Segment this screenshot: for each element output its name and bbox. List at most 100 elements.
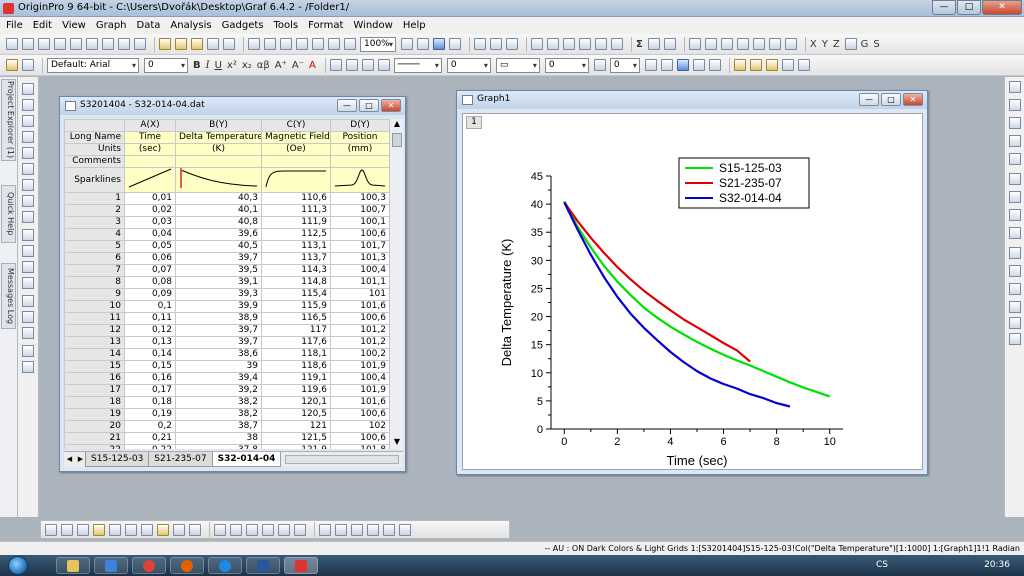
row-number[interactable]: 21 (64, 432, 125, 445)
scroll-up-icon[interactable]: ▲ (390, 119, 404, 131)
results-log-icon[interactable] (474, 38, 486, 50)
merge-icon[interactable] (660, 59, 673, 71)
open-excel-icon[interactable] (191, 38, 203, 50)
pattern-select[interactable]: 0 (609, 57, 640, 73)
arrow-tool-icon[interactable] (22, 245, 34, 257)
new-layout-icon[interactable] (118, 38, 130, 50)
3d-bars-icon[interactable] (246, 523, 258, 536)
table-cell[interactable]: 118,1 (261, 348, 331, 361)
table-row[interactable]: 20 0,2 38,7 121 102 (64, 420, 389, 433)
color-scale-icon[interactable] (1009, 227, 1021, 239)
line-width-select[interactable]: 0 (446, 57, 491, 73)
table-row[interactable]: 15 0,15 39 118,6 101,9 (64, 360, 389, 373)
add-layer-icon[interactable] (1009, 99, 1021, 111)
sparkline-d[interactable] (330, 167, 389, 193)
corner-cell[interactable] (64, 119, 125, 132)
3d-surface-icon[interactable] (214, 523, 226, 536)
3d-ribbon-icon[interactable] (278, 523, 290, 536)
table-row[interactable]: 14 0,14 38,6 118,1 100,2 (64, 348, 389, 361)
row-number[interactable]: 19 (64, 408, 125, 421)
table-cell[interactable]: 121,9 (261, 444, 331, 449)
axis-icon[interactable] (1009, 135, 1021, 147)
table-row[interactable]: 18 0,18 38,2 120,1 101,6 (64, 396, 389, 409)
worksheet-grid[interactable]: A(X) B(Y) C(Y) D(Y) Long Name Time Delta… (64, 119, 389, 449)
table-cell[interactable]: 0,06 (124, 252, 176, 265)
menu-edit[interactable]: Edit (33, 20, 52, 31)
taskbar-firefox-icon[interactable] (170, 557, 204, 574)
table-cell[interactable]: 0,09 (124, 288, 176, 301)
new-folder-icon[interactable] (22, 38, 34, 50)
table-cell[interactable]: 111,3 (261, 204, 331, 217)
scatter-plot-icon[interactable] (61, 523, 73, 536)
table-cell[interactable]: 121,5 (261, 432, 331, 445)
symbol-size-select[interactable]: 0 (544, 57, 589, 73)
column-stats-icon[interactable] (647, 38, 660, 50)
table-cell[interactable]: 0,16 (124, 372, 176, 385)
row-number[interactable]: 13 (64, 336, 125, 349)
table-cell[interactable]: 100,2 (330, 348, 389, 361)
comments-c[interactable] (261, 155, 331, 168)
table-cell[interactable]: 39,2 (175, 384, 262, 397)
table-cell[interactable]: 0,05 (124, 240, 176, 253)
align-right-icon[interactable] (335, 523, 347, 536)
import-multiple-icon[interactable] (280, 38, 292, 50)
row-number[interactable]: 10 (64, 300, 125, 313)
row-stats-icon[interactable] (663, 38, 676, 50)
table-row[interactable]: 8 0,08 39,1 114,8 101,1 (64, 276, 389, 289)
taskbar-chrome-icon[interactable] (132, 557, 166, 574)
row-number[interactable]: 17 (64, 384, 125, 397)
merge-graphs-icon[interactable] (1009, 283, 1021, 295)
duplicate-icon[interactable] (344, 38, 356, 50)
table-cell[interactable]: 100,7 (330, 204, 389, 217)
row-number[interactable]: 3 (64, 216, 125, 229)
workbook-minimize-button[interactable]: — (337, 99, 357, 112)
row-number[interactable]: 5 (64, 240, 125, 253)
table-cell[interactable]: 112,5 (261, 228, 331, 241)
table-row[interactable]: 5 0,05 40,5 113,1 101,7 (64, 240, 389, 253)
workbook-close-button[interactable]: ✕ (381, 99, 401, 112)
draw-data-icon[interactable] (22, 179, 34, 191)
menu-window[interactable]: Window (353, 20, 392, 31)
table-cell[interactable]: 101,7 (330, 240, 389, 253)
table-cell[interactable]: 113,7 (261, 252, 331, 265)
superscript-icon[interactable]: x² (227, 60, 237, 71)
menu-tools[interactable]: Tools (273, 20, 298, 31)
statistics-icon[interactable] (563, 38, 575, 50)
maximize-button[interactable]: □ (957, 0, 981, 15)
table-cell[interactable]: 40,1 (175, 204, 262, 217)
menu-view[interactable]: View (62, 20, 86, 31)
exchange-axes-icon[interactable] (1009, 333, 1021, 345)
table-cell[interactable]: 0,2 (124, 420, 176, 433)
worksheet-table[interactable]: A(X) B(Y) C(Y) D(Y) Long Name Time Delta… (64, 119, 389, 449)
scale-icon[interactable] (1009, 153, 1021, 165)
row-number[interactable]: 11 (64, 312, 125, 325)
data-highlighter-icon[interactable] (22, 211, 34, 223)
table-cell[interactable]: 100,4 (330, 372, 389, 385)
scroll-thumb[interactable] (392, 133, 402, 147)
table-cell[interactable]: 38 (175, 432, 262, 445)
table-row[interactable]: 21 0,21 38 121,5 100,6 (64, 432, 389, 445)
cut-icon[interactable] (22, 59, 34, 71)
row-number[interactable]: 9 (64, 288, 125, 301)
print-icon[interactable] (401, 38, 413, 50)
column-header-c[interactable]: C(Y) (261, 119, 331, 132)
table-cell[interactable]: 0,04 (124, 228, 176, 241)
save-template-icon[interactable] (223, 38, 235, 50)
box-chart-icon[interactable] (173, 523, 185, 536)
table-cell[interactable]: 119,1 (261, 372, 331, 385)
units-a[interactable]: (sec) (124, 143, 176, 156)
symbol-shape-select[interactable]: ▭ (495, 57, 540, 73)
set-as-error-icon[interactable] (844, 38, 857, 50)
table-cell[interactable]: 101 (330, 288, 389, 301)
graph-page[interactable]: 1 0 2 4 6 8 10 0 5 10 15 20 25 30 35 40 45 Time (sec) Del… (462, 113, 923, 470)
menu-data[interactable]: Data (137, 20, 161, 31)
long-name-a[interactable]: Time (124, 131, 176, 144)
table-row[interactable]: 4 0,04 39,6 112,5 100,6 (64, 228, 389, 241)
table-cell[interactable]: 100,1 (330, 216, 389, 229)
sheet-tab-s21-235-07[interactable]: S21-235-07 (148, 452, 213, 467)
table-cell[interactable]: 117,6 (261, 336, 331, 349)
same-width-icon[interactable] (399, 523, 411, 536)
table-cell[interactable]: 121 (261, 420, 331, 433)
table-cell[interactable]: 101,6 (330, 396, 389, 409)
column-chart-icon[interactable] (704, 38, 717, 50)
